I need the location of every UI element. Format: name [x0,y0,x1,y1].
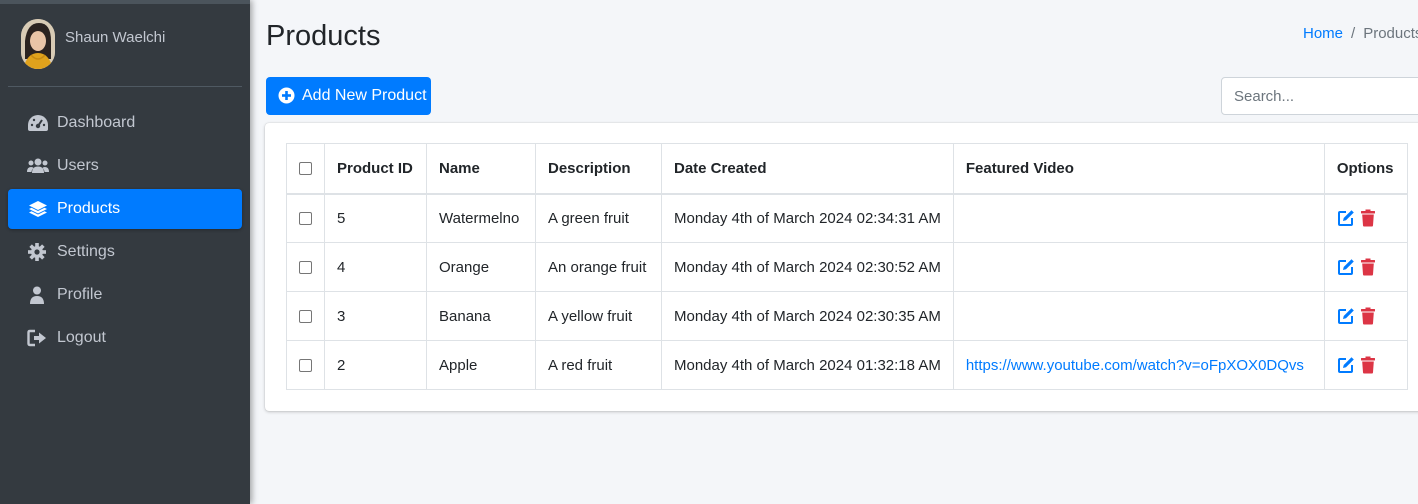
sidebar-item-logout[interactable]: Logout [8,318,242,358]
column-header-name[interactable]: Name [426,143,536,195]
breadcrumb-current: Products [1363,25,1418,42]
product-date: Monday 4th of March 2024 01:32:18 AM [661,340,954,390]
row-select-cell [286,340,325,390]
row-options [1323,291,1408,341]
row-options [1323,193,1408,243]
row-select-cell [286,193,325,243]
column-header-options: Options [1323,143,1408,195]
sidebar-item-profile[interactable]: Profile [8,275,242,315]
search-input[interactable] [1221,77,1418,115]
product-name: Banana [426,291,536,341]
table-header-row: Product ID Name Description Date Created… [286,143,1408,195]
product-name: Watermelno [426,193,536,243]
column-header-featured-video[interactable]: Featured Video [952,143,1325,195]
user-panel: Shaun Waelchi [0,4,250,88]
product-video: https://www.youtube.com/watch?v=oFpXOX0D… [952,340,1325,390]
product-video [952,193,1325,243]
row-select-cell [286,291,325,341]
gear-icon [27,243,49,261]
row-options [1323,242,1408,292]
column-header-product-id[interactable]: Product ID [324,143,427,195]
sidebar-item-label: Profile [57,286,103,303]
sidebar-item-label: Users [57,157,99,174]
users-icon [27,157,49,175]
trash-icon[interactable] [1359,209,1377,227]
table-row: 2 Apple A red fruit Monday 4th of March … [286,340,1408,390]
user-name[interactable]: Shaun Waelchi [65,29,165,46]
row-options [1323,340,1408,390]
column-header-description[interactable]: Description [535,143,662,195]
product-description: A yellow fruit [535,291,662,341]
edit-icon[interactable] [1337,258,1355,276]
sidebar-item-label: Settings [57,243,115,260]
product-video [952,291,1325,341]
select-all-cell [286,143,325,195]
product-description: A green fruit [535,193,662,243]
video-link[interactable]: https://www.youtube.com/watch?v=oFpXOX0D… [966,357,1304,374]
row-checkbox[interactable] [299,359,312,373]
product-id: 3 [324,291,427,341]
trash-icon[interactable] [1359,307,1377,325]
product-name: Orange [426,242,536,292]
sidebar-nav: Dashboard Users Products Settings Profil… [8,103,242,361]
add-product-label: Add New Product [302,87,427,104]
products-table: Product ID Name Description Date Created… [286,143,1408,390]
product-date: Monday 4th of March 2024 02:30:52 AM [661,242,954,292]
trash-icon[interactable] [1359,258,1377,276]
product-id: 5 [324,193,427,243]
product-id: 2 [324,340,427,390]
row-checkbox[interactable] [299,310,312,324]
edit-icon[interactable] [1337,307,1355,325]
sidebar-item-label: Logout [57,329,106,346]
breadcrumb: Home / Products [1303,25,1418,42]
sidebar-item-users[interactable]: Users [8,146,242,186]
breadcrumb-home-link[interactable]: Home [1303,25,1343,42]
edit-icon[interactable] [1337,356,1355,374]
plus-circle-icon [278,87,295,104]
product-video [952,242,1325,292]
sidebar-item-settings[interactable]: Settings [8,232,242,272]
sidebar-item-products[interactable]: Products [8,189,242,229]
layers-icon [27,200,49,218]
sidebar-item-label: Dashboard [57,114,136,131]
logout-icon [27,329,49,347]
page-title: Products [266,20,381,52]
sidebar-divider [8,86,242,87]
sidebar-item-label: Products [57,200,121,217]
sidebar: Shaun Waelchi Dashboard Users Products S… [0,0,250,504]
row-checkbox[interactable] [299,212,312,226]
avatar[interactable] [21,19,55,69]
edit-icon[interactable] [1337,209,1355,227]
breadcrumb-separator: / [1351,25,1356,42]
column-header-date-created[interactable]: Date Created [661,143,954,195]
user-icon [27,286,49,304]
product-date: Monday 4th of March 2024 02:34:31 AM [661,193,954,243]
select-all-checkbox[interactable] [299,162,312,176]
row-select-cell [286,242,325,292]
add-product-button[interactable]: Add New Product [266,77,431,115]
product-id: 4 [324,242,427,292]
product-name: Apple [426,340,536,390]
product-date: Monday 4th of March 2024 02:30:35 AM [661,291,954,341]
sidebar-item-dashboard[interactable]: Dashboard [8,103,242,143]
table-row: 5 Watermelno A green fruit Monday 4th of… [286,193,1408,243]
row-checkbox[interactable] [299,261,312,275]
table-row: 4 Orange An orange fruit Monday 4th of M… [286,242,1408,292]
trash-icon[interactable] [1359,356,1377,374]
product-description: An orange fruit [535,242,662,292]
table-row: 3 Banana A yellow fruit Monday 4th of Ma… [286,291,1408,341]
product-description: A red fruit [535,340,662,390]
dashboard-icon [27,114,49,132]
